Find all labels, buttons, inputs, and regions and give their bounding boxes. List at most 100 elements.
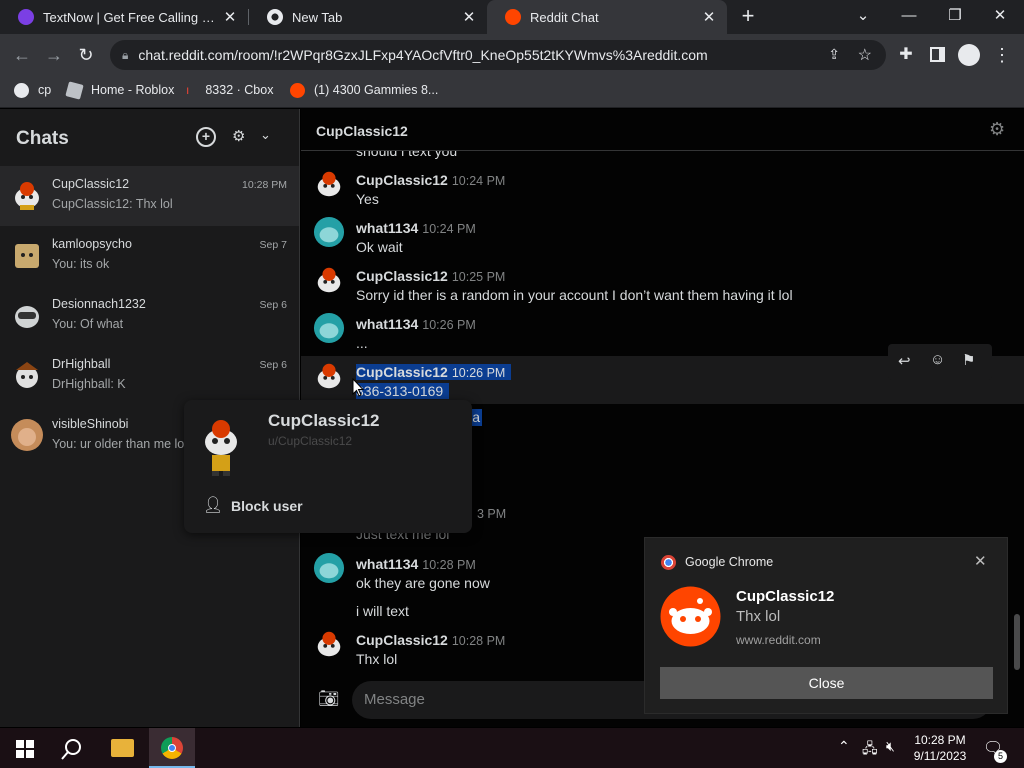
notification-close-button[interactable]: Close <box>660 667 993 699</box>
tab-reddit-chat[interactable]: Reddit Chat ✕ <box>487 0 727 34</box>
emoji-icon[interactable]: ☺ <box>930 351 945 368</box>
settings-gear-icon[interactable]: ⚙ <box>989 119 1005 140</box>
chat-item-drhighball[interactable]: DrHighball DrHighball: K Sep 6 <box>0 346 299 406</box>
tab-search-chevron-icon[interactable]: ⌄ <box>851 4 875 28</box>
back-button[interactable]: ← <box>10 43 34 67</box>
avatar <box>15 244 39 268</box>
message-author[interactable]: CupClassic12 <box>356 268 448 284</box>
message-author[interactable]: what1134 <box>356 220 418 236</box>
message-text: Ok wait <box>356 239 403 255</box>
notification-message: Thx lol <box>736 608 781 625</box>
message[interactable]: CupClassic12 10:25 PM Sorry id ther is a … <box>301 260 1024 308</box>
reload-button[interactable]: ↻ <box>74 43 98 67</box>
user-avatar-large <box>205 420 237 476</box>
volume-muted-icon[interactable]: 🔇︎ <box>886 738 895 755</box>
share-icon[interactable]: ⇪ <box>828 46 840 63</box>
message-text: Yes <box>356 191 379 207</box>
roblox-icon <box>65 80 84 100</box>
message-time: 10:24 PM <box>422 222 476 236</box>
search-icon[interactable] <box>61 738 83 760</box>
chat-item-cupclassic12[interactable]: CupClassic12 CupClassic12: Thx lol 10:28… <box>0 166 299 226</box>
new-chat-icon[interactable]: + <box>196 127 216 147</box>
lock-icon: 🔒︎ <box>122 47 129 62</box>
chrome-icon <box>267 9 283 25</box>
address-bar[interactable]: 🔒︎ chat.reddit.com/room/!r2WPqr8GzxJLFxp… <box>110 40 886 70</box>
message-text: ok they are gone now <box>356 575 490 591</box>
network-icon[interactable]: 🖧︎ <box>862 738 878 762</box>
message-time: 10:24 PM <box>451 174 506 188</box>
message-text: Sorry id ther is a random in your accoun… <box>356 287 793 303</box>
reply-icon[interactable]: ↩ <box>898 352 911 370</box>
scrollbar-thumb[interactable] <box>1014 614 1020 670</box>
windows-start-icon[interactable] <box>16 740 34 758</box>
bookmark-star-icon[interactable]: ☆ <box>858 45 872 65</box>
message-time: 3 PM <box>477 507 507 521</box>
avatar <box>317 171 341 197</box>
chrome-icon <box>661 555 676 570</box>
user-popover: CupClassic12 u/CupClassic12 👤︎ Block use… <box>184 400 472 533</box>
side-panel-icon[interactable] <box>930 47 945 62</box>
textnow-icon <box>18 9 34 25</box>
desktop-notification[interactable]: Google Chrome ✕ CupClassic12 Thx lol www… <box>644 537 1008 714</box>
bookmark-cbox[interactable]: ı 8332 · Cbox <box>186 76 273 104</box>
message-actions: ↩ ☺ ⚑ <box>888 344 992 380</box>
chrome-menu-icon[interactable]: ⋮ <box>990 43 1014 67</box>
message[interactable]: what1134 10:24 PM Ok wait <box>301 212 1024 260</box>
close-tab-icon[interactable]: ✕ <box>461 8 477 26</box>
avatar <box>317 631 341 657</box>
reddit-icon <box>290 82 305 98</box>
restore-button[interactable]: ❐ <box>943 4 967 28</box>
message-author[interactable]: CupClassic12 <box>356 632 448 648</box>
message-author[interactable]: CupClassic12 <box>356 172 448 188</box>
reddit-icon <box>505 9 521 25</box>
block-user-button[interactable]: 👤︎ Block user <box>184 488 472 524</box>
close-window-button[interactable]: ✕ <box>988 4 1012 28</box>
forward-button[interactable]: → <box>42 43 66 67</box>
tab-new-tab[interactable]: New Tab ✕ <box>249 0 487 34</box>
avatar <box>317 267 341 293</box>
close-tab-icon[interactable]: ✕ <box>222 8 238 26</box>
message-author[interactable]: what1134 <box>356 316 418 332</box>
file-explorer-icon[interactable] <box>111 739 134 757</box>
mouse-cursor-icon <box>352 378 364 397</box>
avatar <box>313 312 345 344</box>
flag-icon[interactable]: ⚑ <box>962 351 975 369</box>
notification-close-icon[interactable]: ✕ <box>974 552 987 570</box>
message-text: i will text <box>356 603 409 619</box>
avatar <box>16 362 38 388</box>
new-tab-button[interactable]: + <box>736 4 760 28</box>
clock-date: 9/11/2023 <box>913 749 967 763</box>
taskbar-clock[interactable]: 10:28 PM 9/11/2023 <box>912 732 968 764</box>
chat-item-kamloopsycho[interactable]: kamloopsycho You: its ok Sep 7 <box>0 226 299 286</box>
message[interactable]: CupClassic12 10:24 PM Yes <box>301 164 1024 212</box>
avatar <box>313 216 345 248</box>
profile-avatar-icon[interactable] <box>958 44 980 66</box>
bookmark-cp[interactable]: cp <box>14 76 51 104</box>
camera-icon[interactable]: 📷︎ <box>318 689 340 709</box>
chat-item-desionnach1232[interactable]: Desionnach1232 You: Of what Sep 6 <box>0 286 299 346</box>
popover-handle[interactable]: u/CupClassic12 <box>268 434 352 448</box>
message-text: ... <box>356 335 368 351</box>
message-time: 10:26 PM <box>422 318 476 332</box>
tab-textnow[interactable]: TextNow | Get Free Calling and Te ✕ <box>0 0 248 34</box>
reddit-logo-icon <box>660 586 721 647</box>
chat-header: CupClassic12 ⚙ <box>301 109 1024 151</box>
filter-sliders-icon[interactable]: ⚙ <box>232 127 245 145</box>
bookmark-reddit[interactable]: (1) 4300 Gammies 8... <box>290 76 438 104</box>
notification-app: Google Chrome <box>685 555 774 569</box>
filter-chevron-down-icon[interactable]: ⌄ <box>260 127 271 143</box>
extensions-puzzle-icon[interactable]: ✚ <box>894 43 918 67</box>
message-author[interactable]: what1134 <box>356 556 418 572</box>
taskbar-chrome-button[interactable] <box>149 728 195 768</box>
message-text: 336-313-0169 <box>356 383 450 399</box>
message-text: Thx lol <box>356 651 398 667</box>
avatar <box>15 182 39 210</box>
tray-chevron-up-icon[interactable]: ⌃ <box>838 738 850 755</box>
message-author[interactable]: CupClassic12 <box>356 364 448 380</box>
minimize-button[interactable]: — <box>897 4 921 28</box>
bookmark-roblox[interactable]: Home - Roblox <box>65 76 174 104</box>
avatar <box>11 419 43 451</box>
message-hovered[interactable]: CupClassic12 10:26 PM 336-313-0169 ↩ ☺ ⚑ <box>301 344 1024 404</box>
close-tab-icon[interactable]: ✕ <box>701 8 717 26</box>
popover-username[interactable]: CupClassic12 <box>268 411 380 431</box>
